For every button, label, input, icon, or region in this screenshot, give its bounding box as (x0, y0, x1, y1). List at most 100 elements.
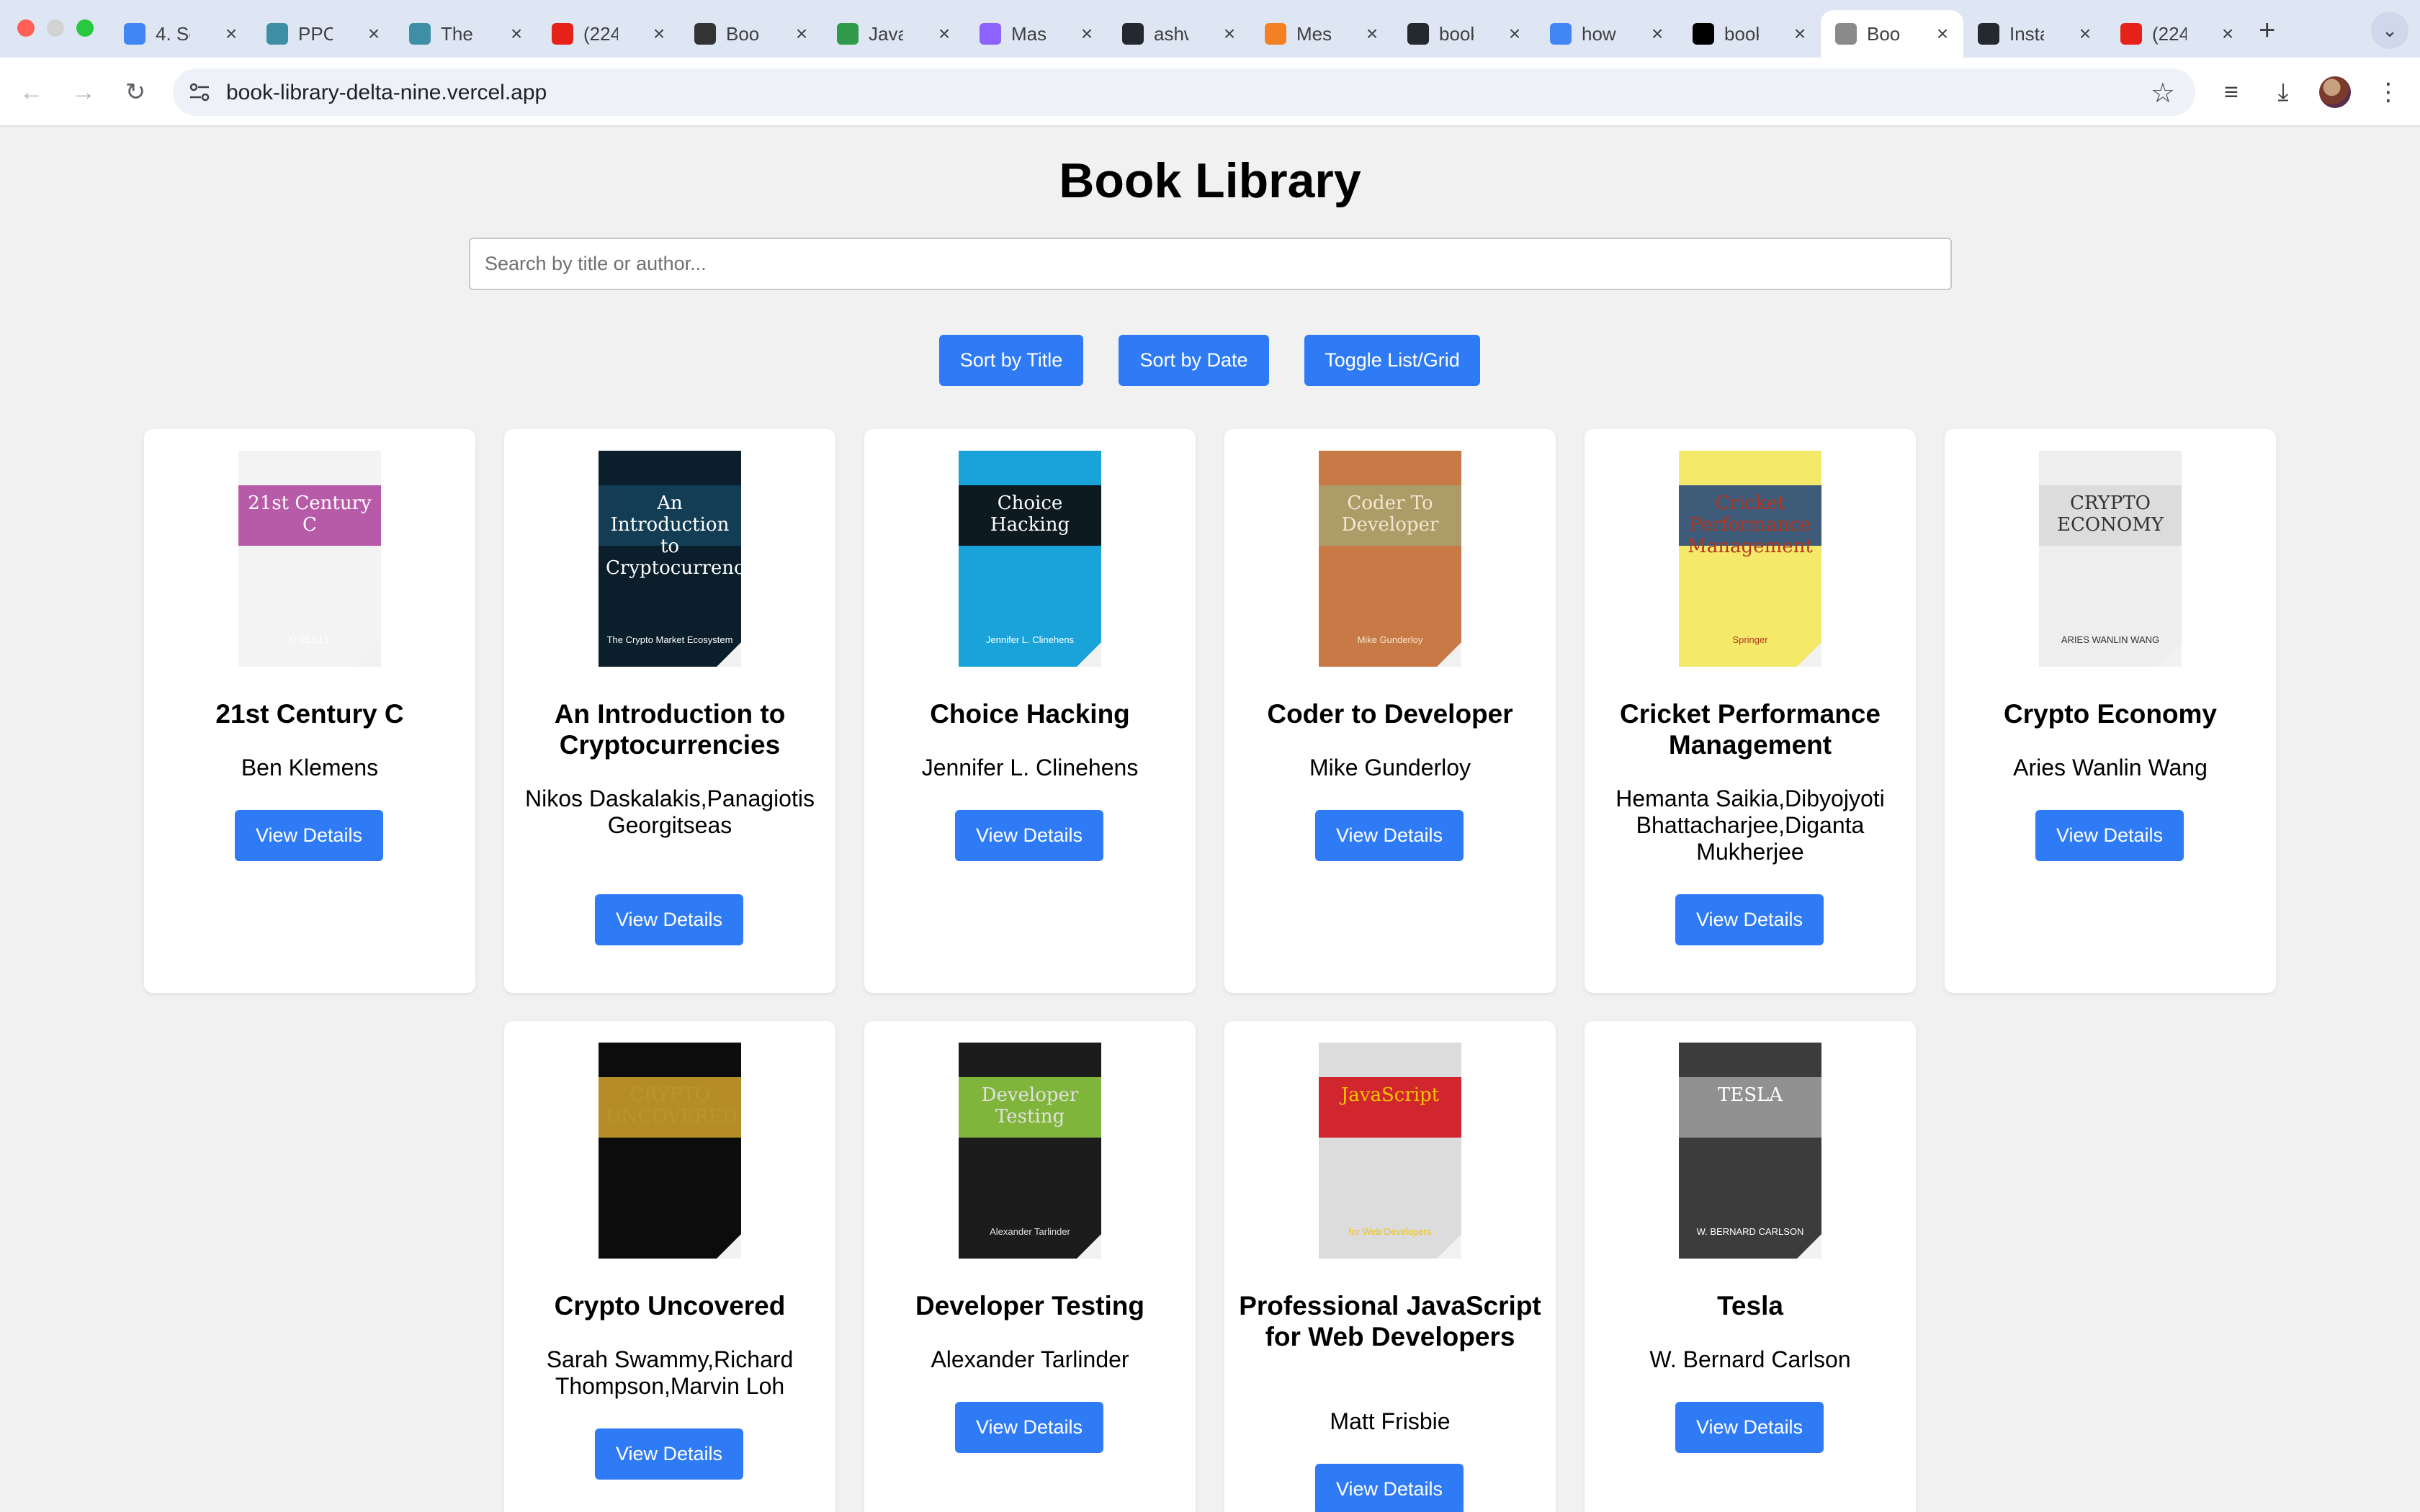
docs-icon (124, 23, 145, 45)
browser-tab[interactable]: 4. Sc × (109, 10, 252, 58)
tab-strip: 4. Sc×PPC×The C×(224×Book×Javas×Mast×ash… (0, 0, 2420, 58)
minimize-window-button[interactable] (47, 19, 64, 37)
tab-title: ashw (1154, 22, 1188, 45)
w-icon (837, 23, 859, 45)
book-card: 21st Century C O'REILLY 21st Century C Ben … (144, 429, 475, 993)
page-curl (2157, 642, 2182, 667)
view-details-button[interactable]: View Details (2035, 810, 2184, 861)
page-curl (357, 642, 381, 667)
close-tab-icon[interactable]: × (1932, 22, 1953, 45)
close-tab-icon[interactable]: × (506, 22, 527, 45)
browser-tab[interactable]: Mast × (965, 10, 1108, 58)
book-card: CRYPTO UNCOVERED Crypto Uncovered Sarah Sw… (504, 1021, 835, 1512)
book-author: Alexander Tarlinder (931, 1346, 1129, 1372)
close-tab-icon[interactable]: × (220, 22, 242, 45)
tab-search-button[interactable]: ⌄ (2371, 12, 2408, 49)
close-tab-icon[interactable]: × (1646, 22, 1668, 45)
toggle-list-grid-button[interactable]: Toggle List/Grid (1304, 335, 1480, 386)
close-tab-icon[interactable]: × (363, 22, 385, 45)
view-details-button[interactable]: View Details (1315, 1464, 1464, 1512)
url-text[interactable]: book-library-delta-nine.vercel.app (226, 81, 547, 105)
reading-list-icon[interactable]: ≡ (2214, 75, 2249, 109)
browser-tab[interactable]: book × (1393, 10, 1536, 58)
close-tab-icon[interactable]: × (791, 22, 812, 45)
close-tab-icon[interactable]: × (648, 22, 670, 45)
download-icon[interactable]: ⤓ (2266, 75, 2300, 109)
vite-icon (980, 23, 1001, 45)
page-curl (717, 1234, 741, 1259)
browser-tab[interactable]: (224 × (2106, 10, 2249, 58)
globe-icon (1835, 23, 1857, 45)
browser-tab[interactable]: book × (1678, 10, 1821, 58)
stackoverflow-icon (1265, 23, 1286, 45)
book-cover-image: TESLA W. BERNARD CARLSON (1679, 1043, 1821, 1259)
book-title: Coder to Developer (1267, 699, 1513, 729)
close-tab-icon[interactable]: × (1789, 22, 1811, 45)
view-details-button[interactable]: View Details (235, 810, 383, 861)
profile-avatar[interactable] (2319, 76, 2351, 108)
browser-tab[interactable]: Book × (1821, 10, 1963, 58)
view-details-button[interactable]: View Details (955, 810, 1103, 861)
browser-toolbar: ← → ↻ book-library-delta-nine.vercel.app… (0, 58, 2420, 127)
browser-tab[interactable]: The C × (395, 10, 537, 58)
site-info-icon[interactable] (187, 80, 212, 104)
forward-button[interactable]: → (65, 73, 102, 111)
book-author: Matt Frisbie (1330, 1408, 1451, 1434)
view-details-button[interactable]: View Details (595, 1428, 743, 1480)
close-tab-icon[interactable]: × (2074, 22, 2096, 45)
browser-tab[interactable]: Insta × (1963, 10, 2106, 58)
maximize-window-button[interactable] (76, 19, 94, 37)
arrow-right-icon: → (71, 78, 96, 106)
close-tab-icon[interactable]: × (1219, 22, 1240, 45)
book-card: Developer Testing Alexander Tarlinder Deve… (864, 1021, 1196, 1512)
search-input[interactable] (469, 238, 1952, 290)
back-button[interactable]: ← (13, 73, 50, 111)
book-author: Ben Klemens (241, 755, 379, 780)
vercel-icon (1693, 23, 1714, 45)
reload-icon: ↻ (125, 78, 146, 106)
tab-title: (224 (583, 22, 618, 45)
close-tab-icon[interactable]: × (1504, 22, 1525, 45)
book-title: Crypto Uncovered (554, 1291, 786, 1320)
view-details-button[interactable]: View Details (955, 1402, 1103, 1453)
book-cover-image: Cricket Performance Management Springer (1679, 451, 1821, 667)
view-details-button[interactable]: View Details (1315, 810, 1464, 861)
page-curl (1077, 642, 1101, 667)
view-details-button[interactable]: View Details (595, 894, 743, 945)
close-window-button[interactable] (17, 19, 35, 37)
page-title: Book Library (1059, 153, 1361, 208)
address-bar[interactable]: book-library-delta-nine.vercel.app ☆ (173, 68, 2195, 116)
close-tab-icon[interactable]: × (1361, 22, 1383, 45)
bookmark-star-icon[interactable]: ☆ (2151, 77, 2175, 109)
browser-tab[interactable]: Mess × (1250, 10, 1393, 58)
cover-title: Coder To Developer (1341, 492, 1439, 536)
browser-tab[interactable]: Javas × (823, 10, 965, 58)
book-card: CRYPTO ECONOMY ARIES WANLIN WANG Crypto Ec… (1945, 429, 2276, 993)
close-tab-icon[interactable]: × (1076, 22, 1098, 45)
cover-title: Developer Testing (981, 1084, 1079, 1128)
view-details-button[interactable]: View Details (1675, 1402, 1824, 1453)
browser-tab[interactable]: ashw × (1108, 10, 1250, 58)
page-curl (1437, 642, 1461, 667)
chevron-down-icon: ⌄ (2382, 19, 2398, 41)
browser-tab[interactable]: PPC × (252, 10, 395, 58)
ci-icon (409, 23, 431, 45)
view-details-button[interactable]: View Details (1675, 894, 1824, 945)
book-cover-image: Coder To Developer Mike Gunderloy (1319, 451, 1461, 667)
tab-title: Mast (1011, 22, 1046, 45)
menu-dots-icon[interactable]: ⋮ (2371, 75, 2406, 109)
browser-tab[interactable]: (224 × (537, 10, 680, 58)
page-curl (1797, 642, 1821, 667)
book-cover-image: Choice Hacking Jennifer L. Clinehens (959, 451, 1101, 667)
close-tab-icon[interactable]: × (933, 22, 955, 45)
close-tab-icon[interactable]: × (2217, 22, 2238, 45)
sort-by-title-button[interactable]: Sort by Title (939, 335, 1083, 386)
browser-tab[interactable]: Book × (680, 10, 823, 58)
book-card: TESLA W. BERNARD CARLSON Tesla W. Bernard C… (1585, 1021, 1916, 1512)
browser-tab[interactable]: how × (1536, 10, 1678, 58)
book-author: Sarah Swammy,Richard Thompson,Marvin Loh (546, 1346, 794, 1399)
sort-by-date-button[interactable]: Sort by Date (1119, 335, 1269, 386)
github-icon (1122, 23, 1144, 45)
reload-button[interactable]: ↻ (117, 73, 154, 111)
new-tab-button[interactable]: + (2259, 14, 2275, 47)
